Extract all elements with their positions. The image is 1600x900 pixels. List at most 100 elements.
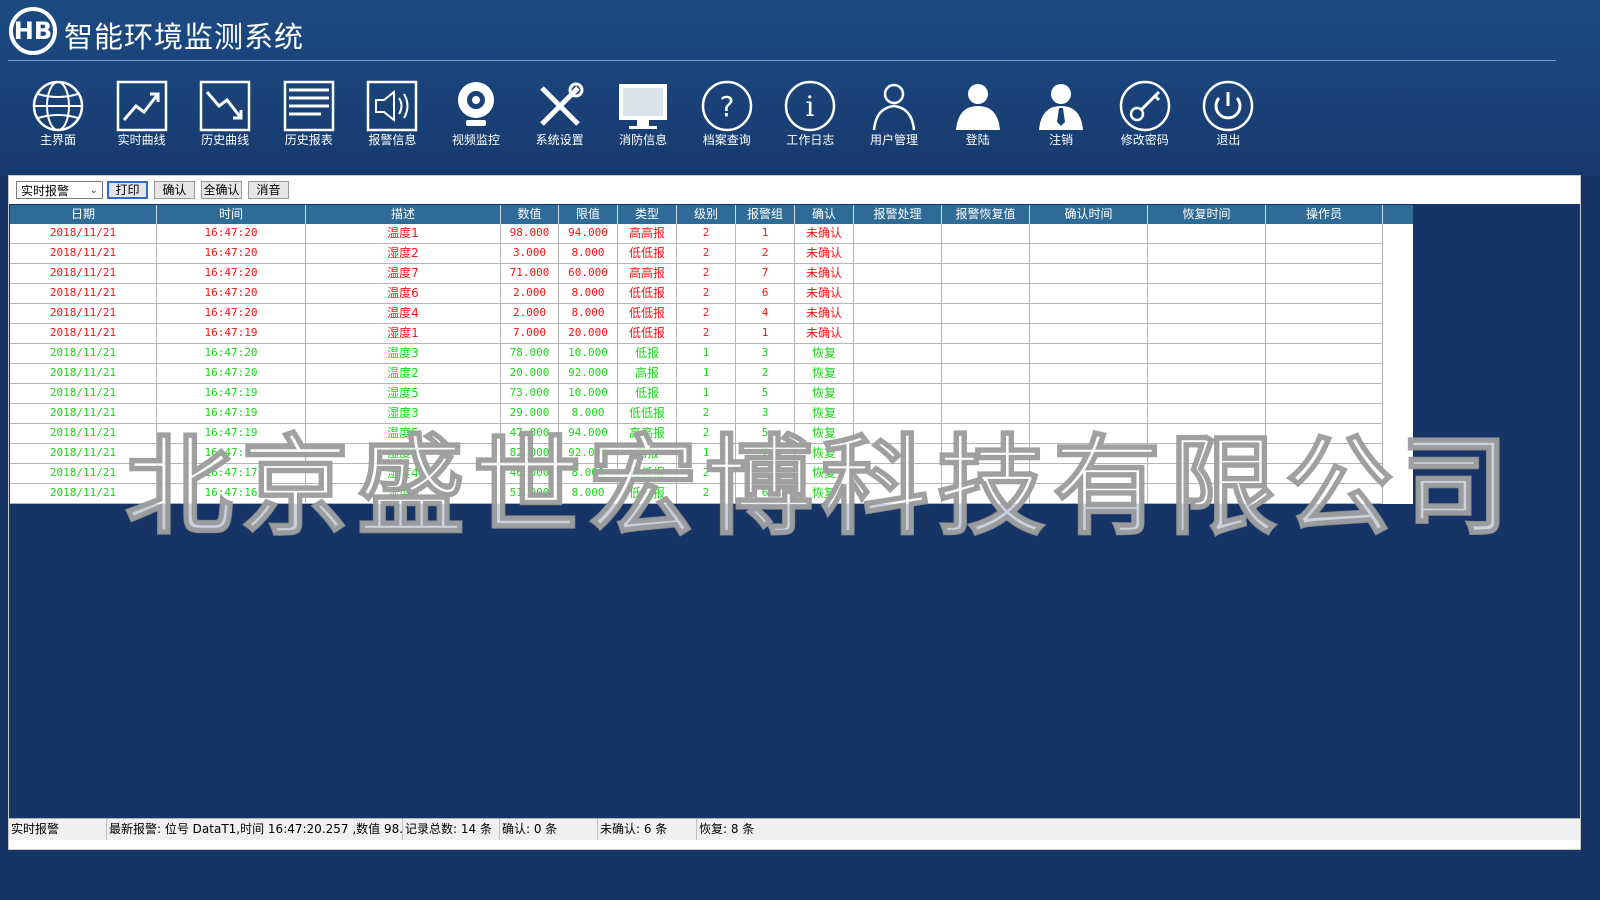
cell-date: 2018/11/21 [10, 404, 157, 424]
column-header[interactable]: 操作员 [1266, 205, 1383, 224]
column-header[interactable]: 时间 [157, 205, 306, 224]
cell-empty [854, 404, 942, 424]
cell-empty [942, 264, 1030, 284]
toolbar-label: 工作日志 [786, 133, 835, 147]
cell-confirm: 恢复 [795, 444, 854, 464]
toolbar-label: 视频监控 [451, 133, 500, 147]
cell-level: 2 [677, 304, 736, 324]
column-header[interactable]: 确认时间 [1030, 205, 1148, 224]
table-row[interactable]: 2018/11/21 16:47:20 温度6 2.000 8.000 低低报 2 6 未确认 [10, 284, 1413, 304]
cell-limit: 10.000 [559, 384, 618, 404]
table-row[interactable]: 2018/11/21 16:47:20 温度1 98.000 94.000 高高报 2 1 未确… [10, 224, 1413, 244]
alarm-panel: 实时报警 ⌄ 打印 确认 全确认 消音 日期 时间 描述 数值 限值 类型 级别 报警组 确认报… [8, 175, 1581, 850]
cell-value: 2.000 [501, 284, 559, 304]
cell-desc: 湿度6 [306, 484, 501, 504]
toolbar-button-report[interactable]: 历史报表 [277, 76, 341, 154]
cell-time: 16:47:20 [157, 244, 306, 264]
cell-confirm: 恢复 [795, 344, 854, 364]
trend-down-chart-icon [199, 80, 251, 132]
cell-empty [854, 304, 942, 324]
table-row[interactable]: 2018/11/21 16:47:20 温度4 2.000 8.000 低低报 2 4 未确认 [10, 304, 1413, 324]
table-row[interactable]: 2018/11/21 16:47:20 温度3 78.000 10.000 低报 1 3 恢复 [10, 344, 1413, 364]
cell-level: 2 [677, 404, 736, 424]
confirm-all-button[interactable]: 全确认 [201, 181, 242, 199]
cell-empty [942, 324, 1030, 344]
cell-empty [1148, 324, 1266, 344]
column-header[interactable]: 类型 [618, 205, 677, 224]
table-row[interactable]: 2018/11/21 16:47:17 湿度7 82.000 92.000 高报 1 7 恢复 [10, 444, 1413, 464]
column-header[interactable]: 日期 [10, 205, 157, 224]
cell-desc: 湿度4 [306, 464, 501, 484]
table-row[interactable]: 2018/11/21 16:47:19 湿度1 7.000 20.000 低低报 2 1 未确认 [10, 324, 1413, 344]
cell-time: 16:47:20 [157, 284, 306, 304]
column-header[interactable]: 报警恢复值 [942, 205, 1030, 224]
cell-empty [1266, 284, 1383, 304]
toolbar-button-user-tie[interactable]: 注销 [1029, 76, 1093, 154]
toolbar-button-user-outline[interactable]: 用户管理 [862, 76, 926, 154]
info-circle-icon: i [785, 80, 836, 132]
toolbar-button-info-circle[interactable]: i 工作日志 [778, 76, 842, 154]
column-header[interactable]: 报警组 [736, 205, 795, 224]
print-button[interactable]: 打印 [107, 181, 148, 199]
toolbar-button-monitor[interactable]: 消防信息 [611, 76, 675, 154]
toolbar-button-help-circle[interactable]: ? 档案查询 [695, 76, 759, 154]
cell-limit: 8.000 [559, 404, 618, 424]
toolbar-button-speaker[interactable]: 报警信息 [360, 76, 424, 154]
cell-empty [1266, 464, 1383, 484]
table-row[interactable]: 2018/11/21 16:47:19 湿度5 73.000 10.000 低报 1 5 恢复 [10, 384, 1413, 404]
cell-desc: 温度1 [306, 224, 501, 244]
toolbar-button-power[interactable]: 退出 [1196, 76, 1260, 154]
cell-limit: 92.000 [559, 364, 618, 384]
table-row[interactable]: 2018/11/21 16:47:16 湿度6 51.000 8.000 低低报 2 6 恢复 [10, 484, 1413, 504]
status-recovered: 恢复: 8 条 [699, 822, 755, 836]
cell-type: 低低报 [618, 404, 677, 424]
column-header[interactable]: 描述 [306, 205, 501, 224]
cell-empty [942, 384, 1030, 404]
toolbar-button-trend-down-chart[interactable]: 历史曲线 [193, 76, 257, 154]
toolbar-button-webcam[interactable]: 视频监控 [444, 76, 508, 154]
cell-desc: 温度3 [306, 344, 501, 364]
cell-empty [1266, 424, 1383, 444]
table-row[interactable]: 2018/11/21 16:47:17 湿度4 46.000 8.000 低低报 2 4 恢复 [10, 464, 1413, 484]
mute-button[interactable]: 消音 [248, 181, 289, 199]
column-header[interactable]: 限值 [559, 205, 618, 224]
toolbar-button-user[interactable]: 登陆 [946, 76, 1010, 154]
cell-empty [1148, 484, 1266, 504]
table-row[interactable]: 2018/11/21 16:47:20 温度2 20.000 92.000 高报 1 2 恢复 [10, 364, 1413, 384]
column-header[interactable]: 报警处理 [854, 205, 942, 224]
cell-value: 47.000 [501, 424, 559, 444]
table-row[interactable]: 2018/11/21 16:47:19 湿度3 29.000 8.000 低低报 2 3 恢复 [10, 404, 1413, 424]
table-row[interactable]: 2018/11/21 16:47:20 湿度2 3.000 8.000 低低报 2 2 未确认 [10, 244, 1413, 264]
toolbar-button-globe[interactable]: 主界面 [26, 76, 90, 154]
column-header[interactable]: 恢复时间 [1148, 205, 1266, 224]
toolbar-label: 实时曲线 [117, 133, 166, 147]
cell-empty [854, 264, 942, 284]
toolbar-button-tools[interactable]: 系统设置 [528, 76, 592, 154]
table-row[interactable]: 2018/11/21 16:47:20 温度7 71.000 60.000 高高报 2 7 未确… [10, 264, 1413, 284]
cell-empty [1148, 464, 1266, 484]
report-icon [283, 80, 335, 132]
cell-confirm: 未确认 [795, 244, 854, 264]
cell-level: 2 [677, 244, 736, 264]
alarm-filter-select[interactable]: 实时报警 ⌄ [16, 181, 103, 199]
cell-empty [1266, 404, 1383, 424]
cell-empty [1030, 224, 1148, 244]
cell-level: 2 [677, 264, 736, 284]
toolbar-button-trend-up-chart[interactable]: 实时曲线 [110, 76, 174, 154]
column-header[interactable]: 确认 [795, 205, 854, 224]
cell-type: 低低报 [618, 464, 677, 484]
cell-date: 2018/11/21 [10, 344, 157, 364]
cell-time: 16:47:19 [157, 324, 306, 344]
cell-level: 2 [677, 284, 736, 304]
cell-group: 2 [736, 244, 795, 264]
toolbar-button-key[interactable]: 修改密码 [1113, 76, 1177, 154]
table-row[interactable]: 2018/11/21 16:47:19 温度5 47.000 94.000 高高报 2 5 恢复 [10, 424, 1413, 444]
confirm-button[interactable]: 确认 [154, 181, 195, 199]
cell-group: 2 [736, 364, 795, 384]
logo-text: HB [14, 17, 52, 45]
column-header[interactable]: 级别 [677, 205, 736, 224]
cell-desc: 温度4 [306, 304, 501, 324]
column-header[interactable]: 数值 [501, 205, 559, 224]
cell-time: 16:47:19 [157, 404, 306, 424]
cell-desc: 湿度2 [306, 244, 501, 264]
